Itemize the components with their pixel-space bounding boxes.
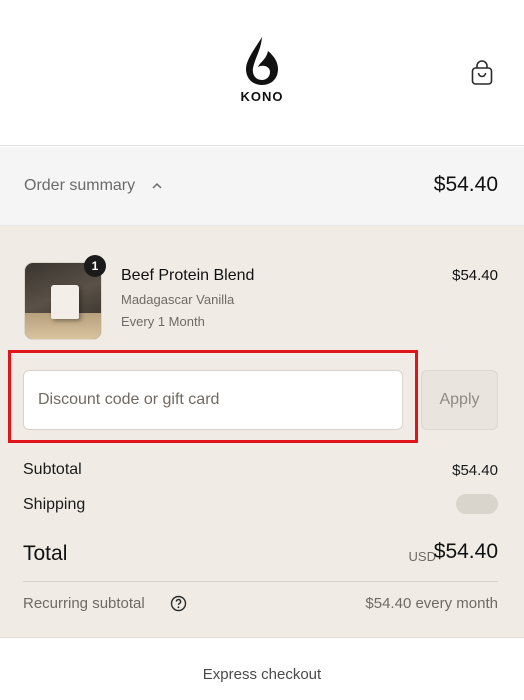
order-summary-label: Order summary xyxy=(24,177,136,194)
order-summary-panel: 1 Beef Protein Blend Madagascar Vanilla … xyxy=(0,226,524,638)
order-summary-total: $54.40 xyxy=(433,173,498,196)
product-price: $54.40 xyxy=(452,267,498,284)
apply-discount-button[interactable]: Apply xyxy=(421,370,498,430)
total-label: Total xyxy=(23,542,68,565)
divider xyxy=(23,581,498,582)
product-name: Beef Protein Blend xyxy=(121,267,255,284)
shipping-value-placeholder xyxy=(456,494,498,514)
quantity-badge: 1 xyxy=(84,255,106,277)
order-summary-toggle[interactable]: Order summary $54.40 xyxy=(0,147,524,226)
question-circle-icon[interactable] xyxy=(170,595,187,612)
product-variant: Madagascar Vanilla xyxy=(121,292,235,307)
recurring-subtotal-value: $54.40 every month xyxy=(365,595,498,612)
product-subscription-plan: Every 1 Month xyxy=(121,314,205,329)
brand-name: KONO xyxy=(240,89,284,104)
checkout-header: KONO xyxy=(0,0,524,146)
express-checkout-heading: Express checkout xyxy=(202,666,322,683)
total-value: $54.40 xyxy=(433,540,498,563)
recurring-subtotal-label: Recurring subtotal xyxy=(23,595,145,612)
shipping-label: Shipping xyxy=(23,496,86,513)
shopping-bag-icon[interactable] xyxy=(470,60,494,86)
subtotal-label: Subtotal xyxy=(23,461,82,478)
kono-logo-icon[interactable] xyxy=(244,36,280,86)
discount-code-input[interactable] xyxy=(23,370,403,430)
total-currency: USD xyxy=(408,549,436,564)
subtotal-value: $54.40 xyxy=(452,462,498,479)
chevron-up-icon xyxy=(152,182,162,189)
